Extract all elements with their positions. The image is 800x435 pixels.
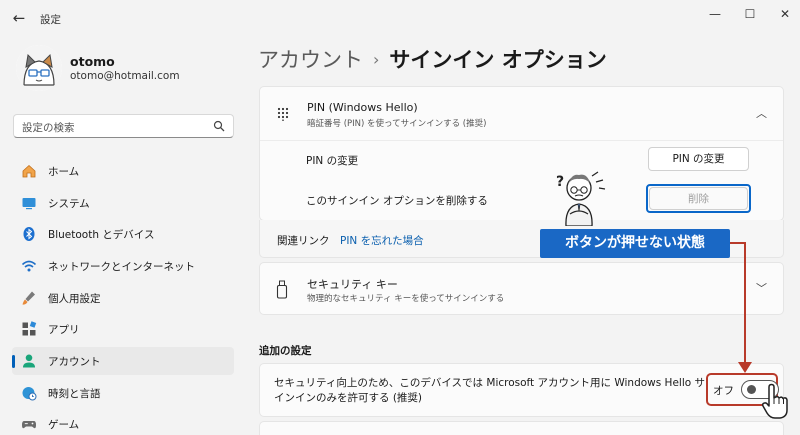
security-key-icon (276, 280, 288, 299)
sidebar-item-label: ゲーム (48, 419, 80, 431)
sidebar-item-accounts[interactable]: アカウント (12, 347, 234, 375)
wifi-icon (21, 260, 37, 272)
apps-icon (22, 321, 37, 336)
callout-connector-vertical (744, 242, 746, 364)
security-key-subtitle: 物理的なセキュリティ キーを使ってサインインする (307, 294, 505, 304)
toggle-knob (747, 385, 756, 394)
chevron-down-icon[interactable]: ﹀ (756, 280, 767, 296)
pin-keypad-icon (277, 107, 289, 121)
bluetooth-icon (23, 227, 35, 241)
sidebar-item-apps[interactable]: アプリ (12, 315, 234, 343)
pin-subtitle: 暗証番号 (PIN) を使ってサインインする (推奨) (307, 119, 487, 129)
sidebar-item-label: アプリ (48, 324, 80, 336)
cat-avatar-icon (16, 45, 62, 91)
search-icon (213, 120, 225, 132)
minimize-button[interactable]: — (700, 4, 730, 24)
svg-text:?: ? (556, 174, 564, 190)
pin-change-label: PIN の変更 (306, 155, 359, 167)
pointing-hand-icon (761, 383, 788, 419)
arrow-down-icon (738, 362, 752, 373)
sidebar-item-time-language[interactable]: 時刻と言語 (12, 379, 234, 407)
maximize-button[interactable]: ☐ (735, 4, 765, 24)
pin-remove-button[interactable]: 削除 (649, 187, 748, 210)
toggle-state-label: オフ (713, 385, 734, 397)
pin-title: PIN (Windows Hello) (307, 101, 418, 114)
account-icon (23, 354, 35, 368)
search-input[interactable]: 設定の検索 (13, 114, 234, 138)
pin-card-header[interactable]: PIN (Windows Hello) 暗証番号 (PIN) を使ってサインイン… (260, 87, 783, 141)
additional-settings-heading: 追加の設定 (259, 345, 312, 357)
sidebar-item-label: Bluetooth とデバイス (48, 229, 155, 241)
pin-remove-label: このサインイン オプションを削除する (306, 195, 488, 207)
breadcrumb-accounts[interactable]: アカウント (258, 48, 363, 72)
back-button[interactable]: ← (10, 9, 28, 27)
sidebar-item-label: 個人用設定 (48, 293, 101, 305)
sidebar-item-label: アカウント (48, 356, 101, 368)
app-title: 設定 (40, 14, 61, 26)
hello-only-setting-text: セキュリティ向上のため、このデバイスでは Microsoft アカウント用に W… (274, 377, 706, 404)
chevron-up-icon[interactable]: ︿ (756, 105, 767, 121)
next-setting-card (259, 421, 784, 435)
brush-icon (22, 291, 35, 305)
security-key-title: セキュリティ キー (307, 278, 398, 291)
callout-connector-horizontal (730, 242, 745, 244)
sidebar-item-home[interactable]: ホーム (12, 157, 234, 185)
sidebar-item-personalization[interactable]: 個人用設定 (12, 284, 234, 312)
sidebar-item-bluetooth[interactable]: Bluetooth とデバイス (12, 220, 234, 248)
user-name: otomo (70, 54, 115, 69)
breadcrumb-separator: › (373, 50, 380, 69)
search-placeholder: 設定の検索 (22, 122, 75, 134)
related-links-label: 関連リンク (277, 235, 330, 247)
globe-clock-icon (22, 387, 37, 401)
security-key-card[interactable]: セキュリティ キー 物理的なセキュリティ キーを使ってサインインする ﹀ (259, 262, 784, 315)
sidebar-item-label: 時刻と言語 (48, 388, 101, 400)
sidebar-item-label: ネットワークとインターネット (48, 261, 195, 273)
confused-person-illustration: ? (556, 171, 606, 226)
sidebar-item-system[interactable]: システム (12, 189, 234, 217)
forgot-pin-link[interactable]: PIN を忘れた場合 (340, 233, 424, 248)
pin-change-button[interactable]: PIN の変更 (648, 147, 749, 171)
breadcrumb-current: サインイン オプション (389, 48, 607, 72)
close-button[interactable]: ✕ (770, 4, 800, 24)
gamepad-icon (22, 421, 36, 429)
avatar[interactable] (16, 45, 62, 91)
title-bar: ← 設定 — ☐ ✕ (0, 0, 800, 38)
active-indicator (12, 355, 15, 368)
home-icon (22, 164, 36, 178)
annotation-callout: ボタンが押せない状態 (540, 229, 730, 258)
user-email: otomo@hotmail.com (70, 70, 180, 82)
divider (260, 140, 783, 141)
sidebar-item-label: システム (48, 198, 90, 210)
sidebar-item-network[interactable]: ネットワークとインターネット (12, 252, 234, 280)
sidebar-item-gaming[interactable]: ゲーム (12, 410, 234, 435)
page-title: アカウント › サインイン オプション (258, 44, 607, 74)
system-icon (22, 198, 36, 210)
sidebar-item-label: ホーム (48, 166, 80, 178)
